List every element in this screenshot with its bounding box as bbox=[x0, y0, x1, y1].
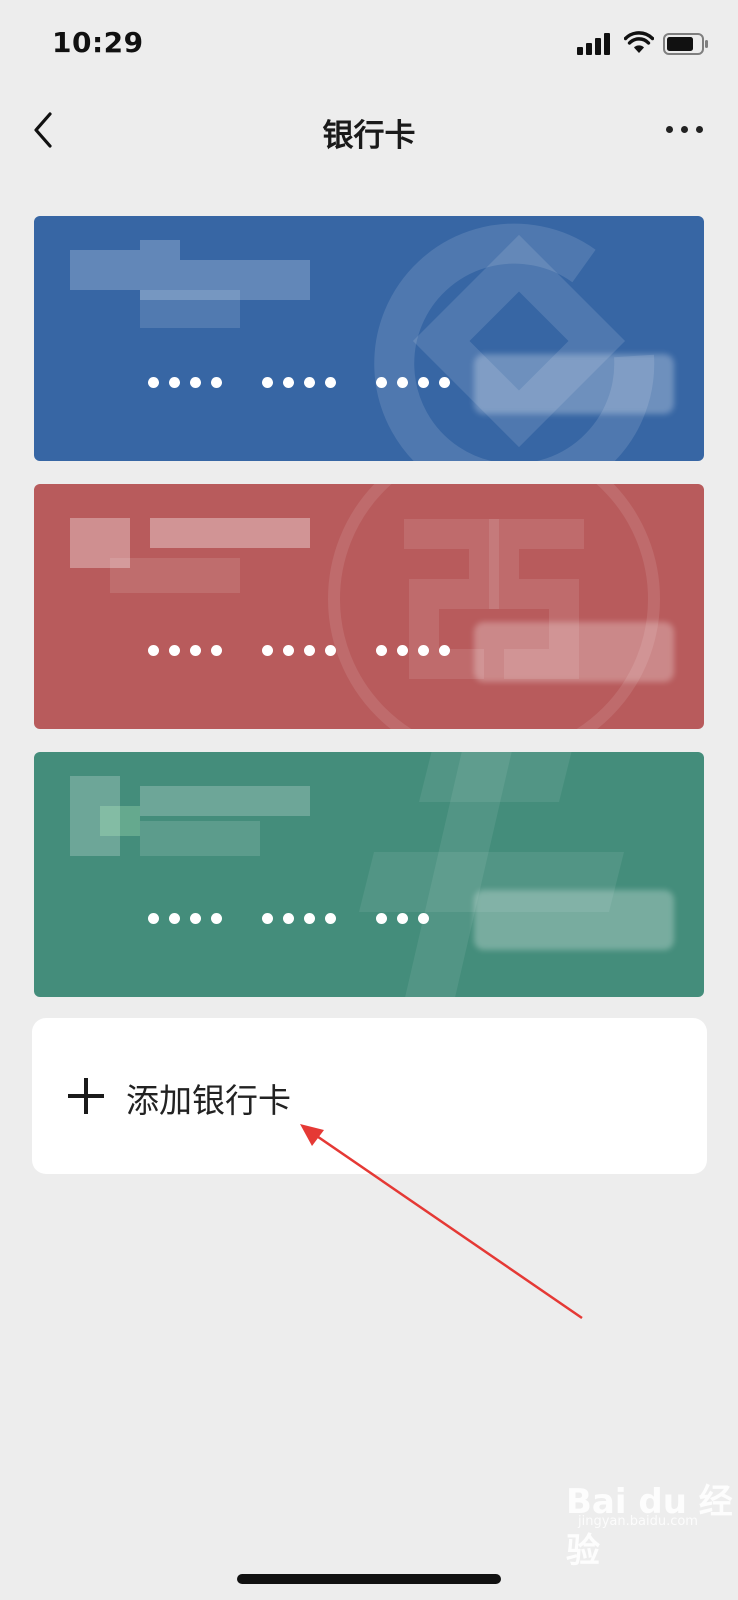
bank-card[interactable] bbox=[34, 484, 704, 729]
page-title: 银行卡 bbox=[322, 118, 416, 154]
more-options-button[interactable] bbox=[660, 114, 710, 144]
card-number bbox=[148, 900, 469, 935]
blurred-card-tail bbox=[474, 354, 674, 414]
card-number bbox=[148, 632, 490, 667]
status-time: 10:29 bbox=[52, 26, 144, 59]
bank-card[interactable] bbox=[34, 216, 704, 461]
blurred-card-tail bbox=[474, 890, 674, 950]
bank-card[interactable] bbox=[34, 752, 704, 997]
status-bar: 10:29 bbox=[0, 0, 738, 90]
bank-logo-icon bbox=[328, 484, 660, 729]
annotation-arrow bbox=[300, 1124, 583, 1320]
watermark-url: jingyan.baidu.com bbox=[578, 1514, 698, 1529]
home-indicator[interactable] bbox=[237, 1574, 501, 1584]
blurred-bank-name bbox=[70, 508, 310, 598]
add-bank-card-label: 添加银行卡 bbox=[126, 1081, 291, 1120]
wifi-icon bbox=[624, 31, 654, 53]
nav-bar: 银行卡 bbox=[0, 90, 738, 170]
cellular-signal-icon bbox=[577, 33, 613, 55]
bank-logo-icon bbox=[359, 752, 624, 997]
plus-icon bbox=[68, 1078, 104, 1114]
card-number bbox=[148, 364, 490, 399]
blurred-bank-name bbox=[70, 776, 310, 866]
blurred-bank-name bbox=[70, 240, 310, 330]
blurred-card-tail bbox=[474, 622, 674, 682]
bank-logo-icon bbox=[374, 223, 655, 461]
battery-icon bbox=[663, 33, 708, 55]
